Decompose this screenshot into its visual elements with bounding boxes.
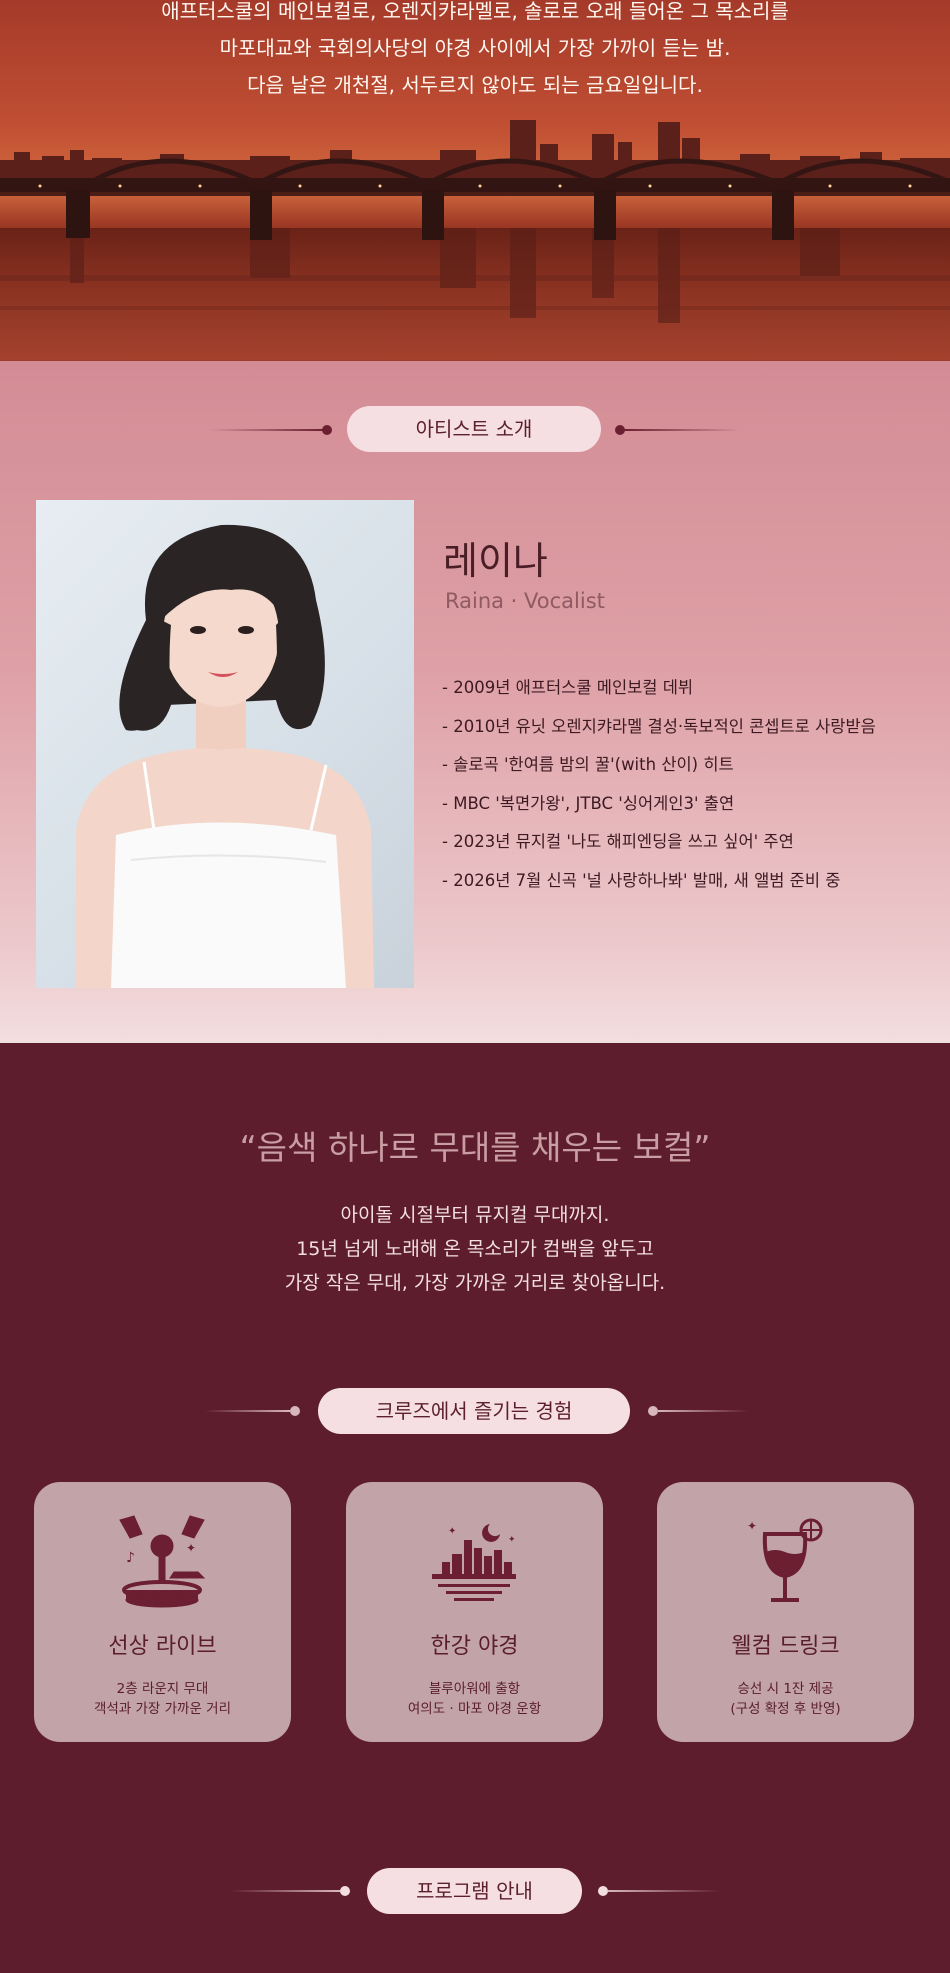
intro-line: 아이돌 시절부터 뮤지컬 무대까지. bbox=[340, 1204, 610, 1226]
hero-text: 애프터스쿨의 메인보컬로, 오렌지캬라멜로, 솔로로 오래 들어온 그 목소리를… bbox=[0, 0, 950, 104]
microphone-stage-icon: ♪ ✦ bbox=[119, 1515, 206, 1608]
svg-text:✦: ✦ bbox=[186, 1541, 196, 1555]
divider-line bbox=[608, 1890, 720, 1892]
card-desc-line: 여의도 · 마포 야경 운항 bbox=[407, 1701, 542, 1717]
experience-card: ✦ ✦ 한강 야경 블루아워에 출항 여의도 · 마포 야경 운항 bbox=[346, 1482, 603, 1742]
card-description: 블루아워에 출항 여의도 · 마포 야경 운항 bbox=[346, 1679, 603, 1719]
divider-line bbox=[622, 429, 740, 431]
card-desc-line: 블루아워에 출항 bbox=[428, 1681, 521, 1697]
divider-line bbox=[230, 1890, 340, 1892]
card-desc-line: 승선 시 1잔 제공 bbox=[737, 1681, 834, 1697]
divider-line bbox=[205, 1410, 290, 1412]
divider-line bbox=[658, 1410, 748, 1412]
card-title: 선상 라이브 bbox=[108, 1634, 217, 1659]
page: 애프터스쿨의 메인보컬로, 오렌지캬라멜로, 솔로로 오래 들어온 그 목소리를… bbox=[0, 0, 950, 1973]
artist-photo bbox=[36, 500, 414, 988]
bio-item: 2009년 애프터스쿨 메인보컬 데뷔 bbox=[442, 669, 876, 708]
divider-dot bbox=[322, 425, 332, 435]
hero-line: 다음 날은 개천절, 서두르지 않아도 되는 금요일입니다. bbox=[247, 73, 703, 97]
divider-dot bbox=[290, 1406, 300, 1416]
artist-subtitle: Raina · Vocalist bbox=[445, 589, 605, 613]
hero-line: 애프터스쿨의 메인보컬로, 오렌지캬라멜로, 솔로로 오래 들어온 그 목소리를 bbox=[161, 0, 789, 23]
experience-card: ✦ 웰컴 드링크 승선 시 1잔 제공 (구성 확정 후 반영) bbox=[657, 1482, 914, 1742]
intro-quote: “음색 하나로 무대를 채우는 보컬” bbox=[239, 1128, 711, 1167]
artist-section: 아티스트 소개 레이나 Raina · Vocalist - 2009년 애프터… bbox=[0, 361, 950, 1043]
divider-dot bbox=[340, 1886, 350, 1896]
section-title-artist: 아티스트 소개 bbox=[347, 406, 601, 452]
bio-item: 2026년 7월 신곡 '널 사랑하나봐' 발매, 새 앨범 준비 중 bbox=[442, 862, 876, 901]
card-desc-line: 객석과 가장 가까운 거리 bbox=[93, 1701, 232, 1717]
artist-name: 레이나 bbox=[443, 539, 548, 583]
card-desc-line: 2층 라운지 무대 bbox=[116, 1681, 209, 1697]
hero-line: 마포대교와 국회의사당의 야경 사이에서 가장 가까이 듣는 밤. bbox=[219, 36, 731, 60]
bio-item: 솔로곡 '한여름 밤의 꿀'(with 산이) 히트 bbox=[442, 746, 876, 785]
intro-line: 15년 넘게 노래해 온 목소리가 컴백을 앞두고 bbox=[296, 1238, 654, 1260]
divider-line bbox=[210, 429, 325, 431]
card-title: 한강 야경 bbox=[430, 1634, 519, 1659]
bio-item: 2023년 뮤지컬 '나도 해피엔딩을 쓰고 싶어' 주연 bbox=[442, 823, 876, 862]
intro-line: 가장 작은 무대, 가장 가까운 거리로 찾아옵니다. bbox=[284, 1272, 666, 1294]
card-title: 웰컴 드링크 bbox=[731, 1634, 840, 1659]
bio-item: 2010년 유닛 오렌지캬라멜 결성·독보적인 콘셉트로 사랑받음 bbox=[442, 708, 876, 747]
city-night-icon: ✦ ✦ bbox=[432, 1524, 516, 1601]
han-river-night-skyline bbox=[0, 120, 950, 360]
section-title-experience: 크루즈에서 즐기는 경험 bbox=[318, 1388, 630, 1434]
svg-text:✦: ✦ bbox=[747, 1519, 757, 1533]
card-desc-line: (구성 확정 후 반영) bbox=[730, 1701, 841, 1717]
card-description: 2층 라운지 무대 객석과 가장 가까운 거리 bbox=[34, 1679, 291, 1719]
svg-text:✦: ✦ bbox=[508, 1535, 516, 1545]
card-description: 승선 시 1잔 제공 (구성 확정 후 반영) bbox=[657, 1679, 914, 1719]
section-title-program: 프로그램 안내 bbox=[367, 1868, 582, 1914]
svg-text:✦: ✦ bbox=[448, 1526, 456, 1537]
experience-card: ♪ ✦ 선상 라이브 2층 라운지 무대 객석과 가장 가까운 거리 bbox=[34, 1482, 291, 1742]
wine-glass-icon: ✦ bbox=[747, 1518, 823, 1602]
bio-item: MBC '복면가왕', JTBC '싱어게인3' 출연 bbox=[442, 785, 876, 824]
intro-experience-section: “음색 하나로 무대를 채우는 보컬” 아이돌 시절부터 뮤지컬 무대까지. 1… bbox=[0, 1043, 950, 1973]
divider-dot bbox=[598, 1886, 608, 1896]
artist-portrait-illustration bbox=[76, 524, 374, 988]
artist-bio-list: 2009년 애프터스쿨 메인보컬 데뷔 2010년 유닛 오렌지캬라멜 결성·독… bbox=[442, 669, 876, 901]
intro-paragraph: 아이돌 시절부터 뮤지컬 무대까지. 15년 넘게 노래해 온 목소리가 컴백을… bbox=[0, 1198, 950, 1300]
svg-text:♪: ♪ bbox=[126, 1550, 135, 1566]
divider-dot bbox=[648, 1406, 658, 1416]
hero-section: 애프터스쿨의 메인보컬로, 오렌지캬라멜로, 솔로로 오래 들어온 그 목소리를… bbox=[0, 0, 950, 361]
